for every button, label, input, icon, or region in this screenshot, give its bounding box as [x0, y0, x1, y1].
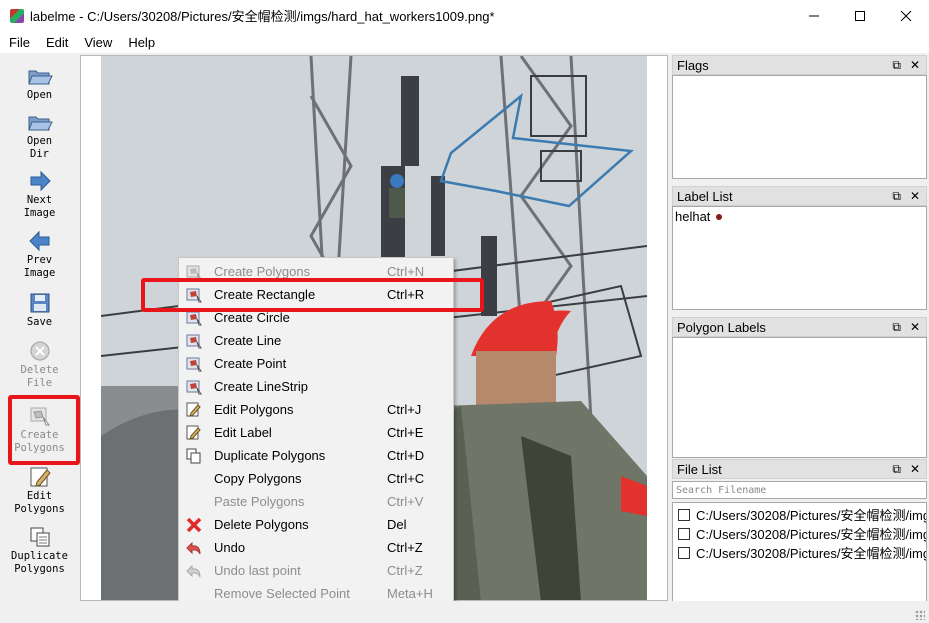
table-row[interactable]: C:/Users/30208/Pictures/安全帽检测/imgs [673, 524, 926, 543]
menu-undo[interactable]: Undo Ctrl+Z [179, 536, 453, 559]
float-icon[interactable]: ⧉ [892, 462, 901, 477]
undo-icon [186, 564, 201, 578]
status-bar [0, 601, 929, 623]
file-checkbox[interactable] [678, 508, 690, 521]
delete-circle-icon [27, 339, 53, 363]
label-color-dot [716, 213, 723, 220]
menu-paste-polygons[interactable]: Paste Polygons Ctrl+V [179, 490, 453, 513]
menu-delete-polygons[interactable]: Delete Polygons Del [179, 513, 453, 536]
undo-icon [186, 541, 201, 555]
file-list-dock-title: File List ⧉ ✕ [672, 459, 927, 479]
table-row[interactable]: C:/Users/30208/Pictures/安全帽检测/imgs [673, 543, 926, 562]
folder-open-icon [27, 64, 53, 88]
label-list[interactable]: helhat [672, 206, 927, 310]
create-rectangle-highlight [141, 278, 484, 312]
open-dir-button[interactable]: Open Dir [0, 110, 79, 161]
floppy-disk-icon [27, 291, 53, 315]
float-icon[interactable]: ⧉ [892, 58, 901, 73]
close-icon [900, 10, 912, 21]
polygon-icon [186, 334, 202, 349]
open-label: Open [26, 89, 53, 101]
prev-image-label: Prev Image [23, 254, 56, 279]
resize-grip-icon[interactable] [915, 610, 925, 620]
list-item[interactable]: helhat [673, 207, 926, 226]
label-list-dock: Label List ⧉ ✕ helhat [672, 186, 927, 310]
flags-list[interactable] [672, 75, 927, 179]
folder-open-icon [27, 110, 53, 134]
delete-file-label: Delete File [20, 364, 59, 389]
menu-help[interactable]: Help [120, 35, 163, 50]
float-icon[interactable]: ⧉ [892, 320, 901, 335]
duplicate-icon [186, 448, 201, 464]
save-label: Save [26, 316, 53, 328]
duplicate-polygons-button[interactable]: Duplicate Polygons [0, 525, 79, 576]
pencil-edit-icon [186, 402, 201, 417]
save-button[interactable]: Save [0, 291, 79, 329]
maximize-icon [855, 10, 865, 21]
prev-image-button[interactable]: Prev Image [0, 229, 79, 280]
arrow-left-icon [27, 229, 53, 253]
window-controls [791, 0, 929, 31]
labelme-app-icon [10, 8, 24, 23]
flags-dock-title: Flags ⧉ ✕ [672, 55, 927, 75]
close-icon[interactable]: ✕ [910, 462, 920, 477]
menu-bar: File Edit View Help [0, 31, 929, 53]
arrow-right-icon [27, 169, 53, 193]
file-checkbox[interactable] [678, 546, 690, 559]
duplicate-icon [27, 525, 53, 549]
close-icon[interactable]: ✕ [910, 58, 920, 73]
file-checkbox[interactable] [678, 527, 690, 540]
flags-dock: Flags ⧉ ✕ [672, 55, 927, 179]
menu-create-linestrip[interactable]: Create LineStrip [179, 375, 453, 398]
polygon-labels-dock: Polygon Labels ⧉ ✕ [672, 317, 927, 458]
close-icon[interactable]: ✕ [910, 189, 920, 204]
maximize-button[interactable] [837, 0, 883, 31]
close-button[interactable] [883, 0, 929, 31]
menu-edit-label[interactable]: Edit Label Ctrl+E [179, 421, 453, 444]
menu-create-point[interactable]: Create Point [179, 352, 453, 375]
delete-file-button[interactable]: Delete File [0, 339, 79, 390]
polygon-labels-dock-title: Polygon Labels ⧉ ✕ [672, 317, 927, 337]
pencil-edit-icon [27, 465, 53, 489]
menu-create-line[interactable]: Create Line [179, 329, 453, 352]
duplicate-polygons-label: Duplicate Polygons [11, 550, 68, 575]
title-bar: labelme - C:/Users/30208/Pictures/安全帽检测/… [0, 0, 929, 31]
menu-copy-polygons[interactable]: Copy Polygons Ctrl+C [179, 467, 453, 490]
create-polygons-highlight [8, 395, 80, 465]
menu-file[interactable]: File [0, 35, 38, 50]
close-icon[interactable]: ✕ [910, 320, 920, 335]
menu-undo-last-point[interactable]: Undo last point Ctrl+Z [179, 559, 453, 582]
next-image-label: Next Image [23, 194, 56, 219]
edit-polygons-label: Edit Polygons [14, 490, 65, 515]
menu-edit[interactable]: Edit [38, 35, 76, 50]
polygon-icon [186, 311, 202, 326]
label-list-dock-title: Label List ⧉ ✕ [672, 186, 927, 206]
table-row[interactable]: C:/Users/30208/Pictures/安全帽检测/imgs [673, 505, 926, 524]
float-icon[interactable]: ⧉ [892, 189, 901, 204]
left-toolbar: Open Open Dir Next Image Prev Image Save… [0, 55, 79, 601]
menu-view[interactable]: View [76, 35, 120, 50]
polygon-icon [186, 357, 202, 372]
window-title: labelme - C:/Users/30208/Pictures/安全帽检测/… [30, 9, 495, 24]
edit-polygons-button[interactable]: Edit Polygons [0, 465, 79, 516]
next-image-button[interactable]: Next Image [0, 169, 79, 220]
file-list-dock: File List ⧉ ✕ Search Filename C:/Users/3… [672, 459, 927, 619]
pencil-edit-icon [186, 425, 201, 440]
menu-edit-polygons[interactable]: Edit Polygons Ctrl+J [179, 398, 453, 421]
open-button[interactable]: Open [0, 64, 79, 102]
open-dir-label: Open Dir [26, 135, 53, 160]
minimize-icon [809, 15, 819, 16]
minimize-button[interactable] [791, 0, 837, 31]
delete-x-icon [186, 517, 202, 533]
search-filename-input[interactable]: Search Filename [672, 481, 927, 499]
menu-duplicate-polygons[interactable]: Duplicate Polygons Ctrl+D [179, 444, 453, 467]
polygon-labels-list[interactable] [672, 337, 927, 458]
polygon-icon [186, 380, 202, 395]
